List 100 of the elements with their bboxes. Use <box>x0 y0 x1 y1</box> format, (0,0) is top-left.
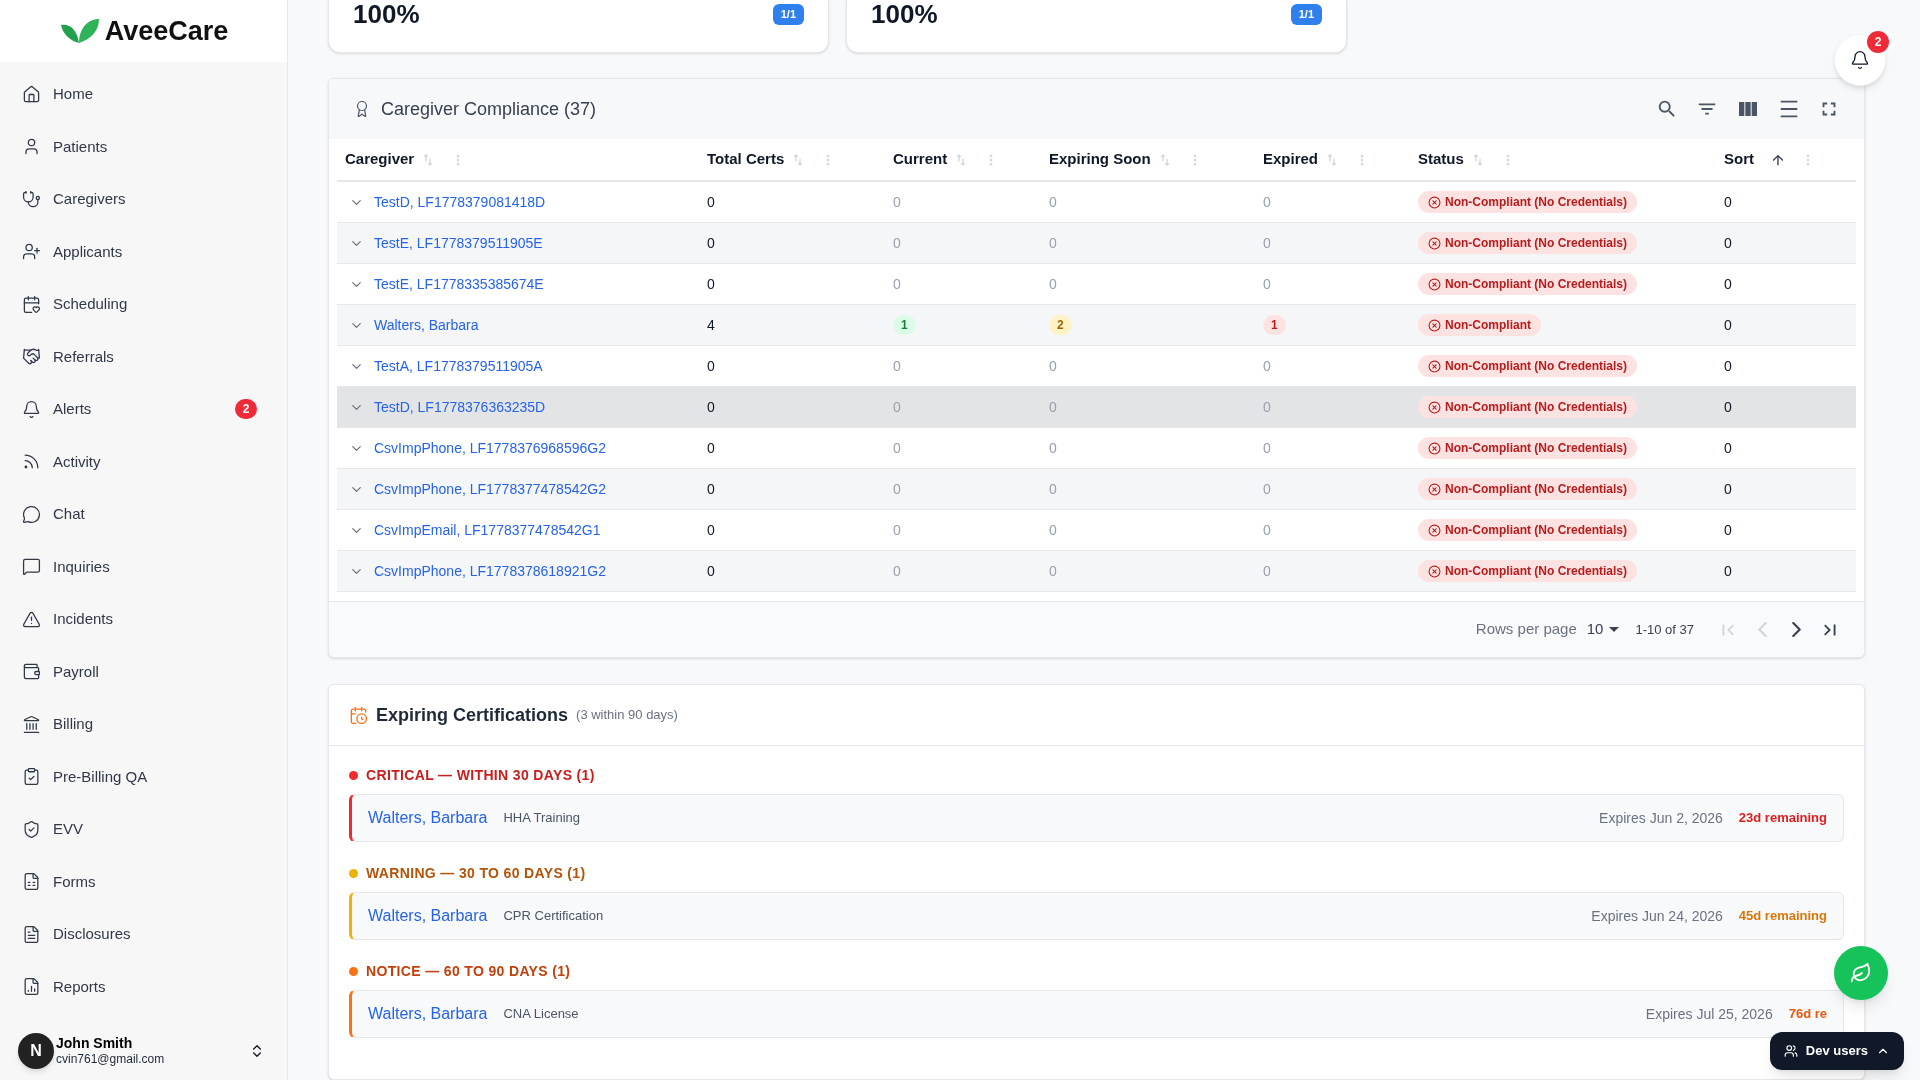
caregiver-link[interactable]: TestA, LF1778379511905A <box>374 355 543 377</box>
sidebar-nav-item[interactable]: Inquiries <box>0 540 287 593</box>
count-text: 0 <box>1263 561 1271 581</box>
group-heading: CRITICAL — WITHIN 30 DAYS (1) <box>366 765 595 785</box>
sidebar-nav-item[interactable]: Reports <box>0 960 287 1013</box>
caregiver-link[interactable]: Walters, Barbara <box>368 1002 488 1026</box>
caregiver-link[interactable]: CsvImpEmail, LF1778377478542G1 <box>374 519 601 541</box>
sidebar-nav-item[interactable]: Alerts 2 <box>0 383 287 436</box>
count-text: 0 <box>1263 233 1271 253</box>
sidebar-nav-item[interactable]: Scheduling <box>0 278 287 331</box>
caregiver-link[interactable]: CsvImpPhone, LF1778377478542G2 <box>374 478 606 500</box>
calendar-clock-icon <box>349 705 368 725</box>
table-row[interactable]: CsvImpPhone, LF1778378618921G2 0 0 0 0 Non-Compliant (No Credentials) 0 <box>337 551 1856 592</box>
dev-users-button[interactable]: Dev users <box>1769 1032 1904 1070</box>
sidebar-nav-item[interactable]: EVV <box>0 803 287 856</box>
column-header[interactable]: Expiring Soon <box>1049 148 1151 171</box>
app-logo-text: AveeCare <box>104 14 229 48</box>
x-circle-icon <box>1428 318 1441 332</box>
sidebar-nav-item[interactable]: Incidents <box>0 593 287 646</box>
table-row[interactable]: Walters, Barbara 4 1 2 1 Non-Compliant 0 <box>337 305 1856 346</box>
leaf-icon <box>1850 962 1872 984</box>
count-text: 0 <box>1263 520 1271 540</box>
sidebar-nav-item[interactable]: Activity <box>0 435 287 488</box>
caregiver-link[interactable]: CsvImpPhone, LF1778376968596G2 <box>374 437 606 459</box>
sidebar-nav-item[interactable]: Forms <box>0 855 287 908</box>
x-circle-icon <box>1428 441 1441 455</box>
count-text: 0 <box>893 479 901 499</box>
rows-per-page-select[interactable]: 10 <box>1586 618 1620 641</box>
rows-per-page-label: Rows per page <box>1475 619 1577 640</box>
count-text: 0 <box>893 520 901 540</box>
table-cell: 0 <box>707 399 715 415</box>
count-text: 0 <box>1049 274 1057 294</box>
person-icon <box>22 137 41 157</box>
notifications-button[interactable]: 2 <box>1834 34 1886 86</box>
section-subtitle: (3 within 90 days) <box>576 706 678 725</box>
x-circle-icon <box>1428 359 1441 373</box>
x-circle-icon <box>1428 564 1441 578</box>
count-text: 0 <box>893 438 901 458</box>
table-row[interactable]: CsvImpPhone, LF1778377478542G2 0 0 0 0 Non-Compliant (No Credentials) 0 <box>337 469 1856 510</box>
spreadsheet-icon <box>22 872 41 892</box>
caregiver-link[interactable]: Walters, Barbara <box>374 314 479 336</box>
sidebar-nav-item[interactable]: Disclosures <box>0 908 287 961</box>
sidebar-nav-item[interactable]: Patients <box>0 120 287 173</box>
sidebar-nav-item[interactable]: Home <box>0 68 287 121</box>
status-badge: Non-Compliant <box>1418 314 1541 336</box>
sidebar-nav-item[interactable]: Applicants <box>0 225 287 278</box>
expiry-date: Expires Jun 2, 2026 <box>1599 808 1723 828</box>
assistant-fab[interactable] <box>1834 946 1888 1000</box>
table-cell: 0 <box>707 440 715 456</box>
caregiver-link[interactable]: TestD, LF1778376363235D <box>374 396 546 418</box>
count-text: 0 <box>1049 561 1057 581</box>
card-title: Caregiver Compliance (37) <box>381 97 597 121</box>
sidebar-nav-item[interactable]: Chat <box>0 488 287 541</box>
days-remaining: 76d re <box>1788 1005 1827 1024</box>
count-text: 0 <box>1263 274 1271 294</box>
caregiver-link[interactable]: Walters, Barbara <box>368 904 488 928</box>
x-circle-icon <box>1428 523 1441 537</box>
table-cell: 0 <box>1724 563 1732 579</box>
wallet-icon <box>22 662 41 682</box>
caregiver-link[interactable]: TestE, LF1778379511905E <box>374 232 543 254</box>
table-cell: 0 <box>1724 276 1732 292</box>
count-text: 0 <box>1263 438 1271 458</box>
column-header[interactable]: Current <box>893 148 948 171</box>
caregiver-link[interactable]: TestE, LF1778335385674E <box>374 273 544 295</box>
caregiver-link[interactable]: CsvImpPhone, LF1778378618921G2 <box>374 560 606 582</box>
count-badge: 1 <box>1263 315 1286 335</box>
table-cell: 0 <box>1724 399 1732 415</box>
leaf-logo-icon <box>58 17 101 45</box>
count-text: 0 <box>1049 520 1057 540</box>
certification-name: CPR Certification <box>503 907 604 926</box>
table-cell: 0 <box>707 194 715 210</box>
document-icon <box>22 924 41 944</box>
x-circle-icon <box>1428 400 1441 414</box>
column-header[interactable]: Status <box>1418 148 1464 171</box>
caregiver-link[interactable]: TestD, LF1778379081418D <box>374 191 546 213</box>
sidebar-nav-item[interactable]: Pre-Billing QA <box>0 750 287 803</box>
status-badge: Non-Compliant (No Credentials) <box>1418 396 1637 418</box>
column-header[interactable]: Total Certs <box>707 148 785 171</box>
column-header[interactable]: Caregiver <box>345 148 415 171</box>
table-cell: 0 <box>707 276 715 292</box>
expiry-date: Expires Jul 25, 2026 <box>1645 1004 1773 1024</box>
sidebar-nav-item[interactable]: Caregivers <box>0 173 287 226</box>
status-badge: Non-Compliant (No Credentials) <box>1418 355 1637 377</box>
sidebar-nav-item[interactable]: Payroll <box>0 645 287 698</box>
certification-name: CNA License <box>503 1005 579 1024</box>
table-cell: 0 <box>707 481 715 497</box>
sidebar-nav-item[interactable]: Billing <box>0 698 287 751</box>
density-icon[interactable] <box>1778 98 1800 120</box>
expiry-date: Expires Jun 24, 2026 <box>1591 906 1723 926</box>
search-icon[interactable] <box>1656 98 1678 120</box>
sidebar-nav-item[interactable]: Referrals <box>0 330 287 383</box>
user-account-switcher[interactable]: N John Smith cvin761@gmail.com <box>0 1022 287 1080</box>
count-text: 0 <box>1263 479 1271 499</box>
column-header[interactable]: Sort <box>1724 148 1754 171</box>
table-row[interactable]: TestD, LF1778376363235D 0 0 0 0 Non-Compliant (No Credentials) 0 <box>337 387 1856 428</box>
column-header[interactable]: Expired <box>1263 148 1319 171</box>
caregiver-link[interactable]: Walters, Barbara <box>368 806 488 830</box>
dropdown-caret-icon <box>1609 627 1620 632</box>
table-cell: 0 <box>707 522 715 538</box>
table-row[interactable]: TestE, LF1778379511905E 0 0 0 0 Non-Compliant (No Credentials) 0 <box>337 223 1856 264</box>
